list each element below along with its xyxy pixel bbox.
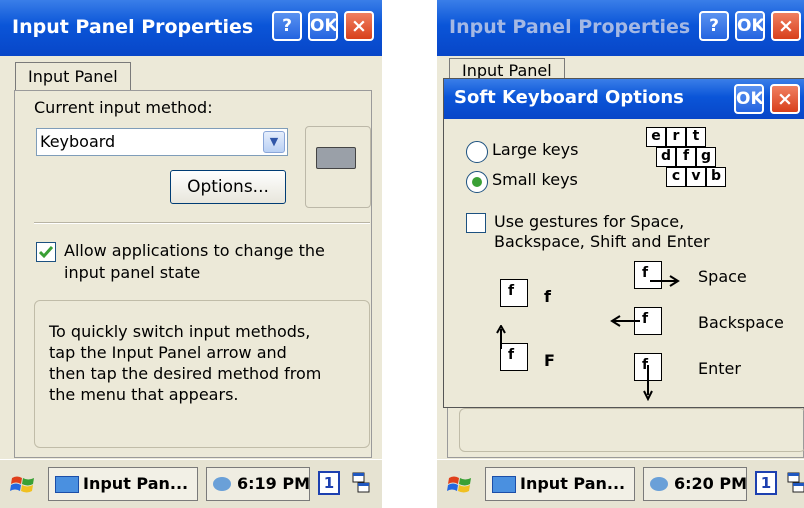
info-text: To quickly switch input methods, tap the…: [49, 321, 359, 405]
keyboard-preview: [305, 126, 371, 208]
arrow-up-icon: [496, 325, 506, 349]
window-icon: [492, 476, 516, 493]
input-panel-toggle[interactable]: 1: [755, 471, 777, 495]
clock: 6:20 PM: [674, 474, 748, 493]
start-flag-icon[interactable]: [447, 472, 473, 498]
info-line: To quickly switch input methods,: [49, 322, 311, 341]
gesture-shift-f-label: F: [544, 351, 555, 370]
small-keys-label: Small keys: [492, 170, 578, 189]
dialog-title: Soft Keyboard Options: [454, 87, 684, 108]
key: t: [686, 127, 706, 147]
desktop-icon[interactable]: [352, 472, 370, 494]
gesture-backspace-label: Backspace: [698, 313, 784, 332]
key: b: [706, 167, 726, 187]
help-button[interactable]: ?: [699, 11, 729, 41]
info-box: To quickly switch input methods, tap the…: [34, 300, 370, 448]
large-keys-label: Large keys: [492, 140, 579, 159]
gesture-glyph: f: [508, 283, 515, 299]
dialog-close-button[interactable]: ×: [770, 84, 800, 114]
task-label: Input Pan...: [83, 474, 189, 493]
gesture-glyph: f: [508, 347, 515, 363]
divider: [34, 222, 370, 224]
system-tray: 6:19 PM: [206, 467, 310, 501]
input-panel-properties-window: Input Panel Properties ? OK × Input Pane…: [0, 0, 382, 508]
title-bar: Input Panel Properties ? OK ×: [437, 0, 804, 56]
gesture-enter-label: Enter: [698, 359, 741, 378]
checkmark-icon: [39, 246, 53, 259]
use-gestures-checkbox[interactable]: [466, 213, 486, 233]
close-button[interactable]: ×: [344, 11, 374, 41]
key: c: [666, 167, 686, 187]
arrow-down-icon: [643, 365, 653, 401]
large-keys-radio[interactable]: [466, 141, 488, 163]
gesture-space-label: Space: [698, 267, 747, 286]
input-panel-properties-window-background: Input Panel Properties ? OK × Input Pane…: [437, 0, 804, 508]
options-button[interactable]: Options...: [170, 170, 286, 204]
gesture-f-icon: f: [500, 279, 528, 307]
title-bar: Input Panel Properties ? OK ×: [0, 0, 382, 56]
clock: 6:19 PM: [237, 474, 311, 493]
close-button[interactable]: ×: [771, 11, 801, 41]
dialog-title-bar: Soft Keyboard Options OK ×: [444, 79, 804, 119]
window-icon: [55, 476, 79, 493]
window-title: Input Panel Properties: [449, 16, 691, 38]
key: v: [686, 167, 706, 187]
arrow-left-icon: [610, 315, 640, 327]
info-line: then tap the desired method from: [49, 364, 322, 383]
key: e: [646, 127, 666, 147]
desktop-icon[interactable]: [787, 472, 804, 494]
arrow-right-icon: [650, 275, 680, 287]
system-tray: 6:20 PM: [643, 467, 747, 501]
input-method-value: Keyboard: [40, 132, 116, 151]
info-line: tap the Input Panel arrow and: [49, 343, 287, 362]
gesture-glyph: f: [642, 265, 649, 281]
use-gestures-label-1: Use gestures for Space,: [494, 212, 685, 231]
radio-selected-dot: [472, 177, 482, 187]
chevron-down-icon[interactable]: ▼: [263, 131, 285, 153]
info-line: the menu that appears.: [49, 385, 239, 404]
input-panel-toggle[interactable]: 1: [318, 471, 340, 495]
current-method-label: Current input method:: [34, 98, 213, 117]
key: g: [696, 147, 716, 167]
network-icon: [650, 477, 668, 491]
use-gestures-label-2: Backspace, Shift and Enter: [494, 232, 710, 251]
key: d: [656, 147, 676, 167]
task-label: Input Pan...: [520, 474, 626, 493]
start-flag-icon[interactable]: [10, 472, 36, 498]
ok-button[interactable]: OK: [308, 11, 338, 41]
taskbar-input-panel-button[interactable]: Input Pan...: [485, 467, 635, 501]
taskbar-input-panel-button[interactable]: Input Pan...: [48, 467, 198, 501]
network-icon: [213, 477, 231, 491]
window-title: Input Panel Properties: [12, 16, 254, 38]
allow-applications-label-2: input panel state: [64, 263, 201, 282]
allow-applications-label-1: Allow applications to change the: [64, 241, 325, 260]
gesture-f-label: f: [544, 287, 551, 306]
help-button[interactable]: ?: [272, 11, 302, 41]
dialog-ok-button[interactable]: OK: [734, 84, 764, 114]
allow-applications-checkbox[interactable]: [36, 242, 56, 262]
small-keys-radio[interactable]: [466, 171, 488, 193]
ok-button[interactable]: OK: [735, 11, 765, 41]
key: r: [666, 127, 686, 147]
tab-strip: Input Panel: [0, 58, 382, 91]
taskbar: Input Pan... 6:20 PM 1: [437, 459, 804, 508]
soft-keyboard-options-dialog: Soft Keyboard Options OK × Large keys Sm…: [443, 78, 804, 408]
input-method-select[interactable]: Keyboard ▼: [36, 128, 288, 156]
info-box: [459, 408, 804, 452]
taskbar: Input Pan... 6:19 PM 1: [0, 459, 382, 508]
tab-input-panel[interactable]: Input Panel: [15, 62, 131, 91]
key: f: [676, 147, 696, 167]
keyboard-icon: [316, 147, 356, 169]
gesture-glyph: f: [642, 311, 649, 327]
